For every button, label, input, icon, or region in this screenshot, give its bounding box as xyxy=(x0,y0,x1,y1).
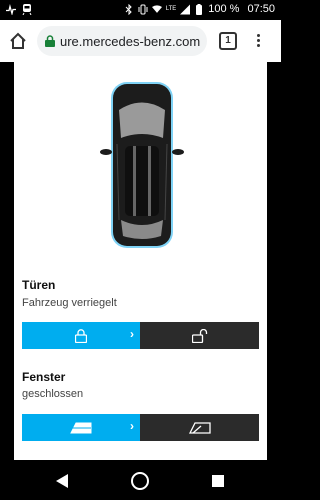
vehicle-status-card: Türen Fahrzeug verriegelt › Fenster gesc… xyxy=(14,62,267,460)
tab-switcher-button[interactable]: 1 xyxy=(219,32,237,50)
doors-button-row: › xyxy=(22,322,259,349)
close-windows-button[interactable]: › xyxy=(22,414,140,441)
unlock-doors-button[interactable] xyxy=(140,322,259,349)
recent-apps-icon[interactable] xyxy=(212,475,224,487)
home-icon[interactable] xyxy=(8,31,28,51)
wifi-icon xyxy=(151,4,162,13)
bluetooth-icon xyxy=(125,3,132,15)
clock: 07:50 xyxy=(247,3,275,15)
lock-doors-button[interactable]: › xyxy=(22,322,140,349)
status-bar: LTE 100 % 07:50 xyxy=(0,0,281,20)
browser-toolbar: ure.mercedes-benz.com 1 xyxy=(0,20,281,62)
windows-title: Fenster xyxy=(22,370,66,384)
window-closed-icon xyxy=(70,422,92,433)
activity-icon xyxy=(6,4,16,15)
notification-icons xyxy=(6,4,32,15)
doors-status: Fahrzeug verriegelt xyxy=(22,297,117,309)
back-icon[interactable] xyxy=(56,474,70,488)
car-top-view-image xyxy=(100,82,184,248)
train-icon xyxy=(22,4,32,15)
lock-icon xyxy=(45,35,55,47)
padlock-closed-icon xyxy=(75,328,87,343)
network-type-label: LTE xyxy=(165,6,177,12)
url-text: ure.mercedes-benz.com xyxy=(60,33,201,49)
battery-icon xyxy=(196,3,203,15)
windows-button-row: › xyxy=(22,414,259,441)
overflow-menu-icon[interactable] xyxy=(251,32,265,50)
vibrate-icon xyxy=(138,4,148,14)
open-windows-button[interactable] xyxy=(140,414,259,441)
windows-status: geschlossen xyxy=(22,388,84,400)
battery-percent: 100 % xyxy=(208,3,240,15)
padlock-open-icon xyxy=(191,328,207,343)
navigation-bar xyxy=(0,462,281,500)
window-open-icon xyxy=(188,421,211,434)
chevron-right-icon: › xyxy=(130,327,134,341)
signal-icon xyxy=(180,4,191,14)
home-circle-icon[interactable] xyxy=(131,472,149,490)
system-icons: LTE 100 % 07:50 xyxy=(124,3,275,15)
chevron-right-icon: › xyxy=(130,419,134,433)
address-bar[interactable]: ure.mercedes-benz.com xyxy=(37,26,207,56)
doors-title: Türen xyxy=(22,278,56,292)
